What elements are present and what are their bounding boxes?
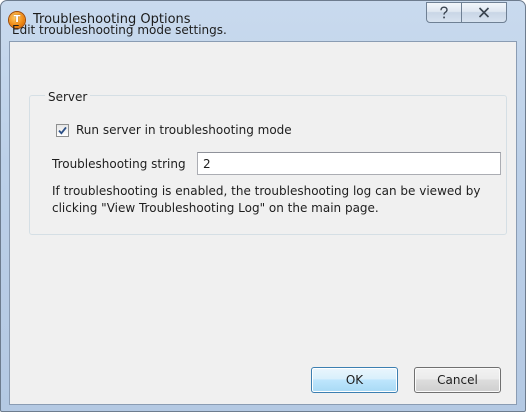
close-icon bbox=[478, 7, 490, 18]
troubleshooting-string-input[interactable] bbox=[197, 152, 501, 175]
help-icon bbox=[440, 5, 448, 18]
close-button[interactable] bbox=[461, 2, 507, 23]
troubleshooting-info-text: If troubleshooting is enabled, the troub… bbox=[52, 184, 481, 215]
server-group-legend: Server bbox=[45, 90, 91, 104]
cancel-button[interactable]: Cancel bbox=[414, 367, 501, 393]
troubleshooting-mode-label[interactable]: Run server in troubleshooting mode bbox=[76, 123, 292, 137]
dialog-window: T Troubleshooting Options Edit troublesh… bbox=[0, 0, 526, 412]
ok-button[interactable]: OK bbox=[311, 367, 398, 393]
troubleshooting-mode-checkbox[interactable] bbox=[56, 124, 69, 137]
dialog-description: Edit troubleshooting mode settings. bbox=[12, 23, 227, 37]
checkmark-icon bbox=[58, 126, 67, 135]
help-button[interactable] bbox=[426, 2, 462, 23]
troubleshooting-string-label: Troubleshooting string bbox=[52, 157, 186, 171]
